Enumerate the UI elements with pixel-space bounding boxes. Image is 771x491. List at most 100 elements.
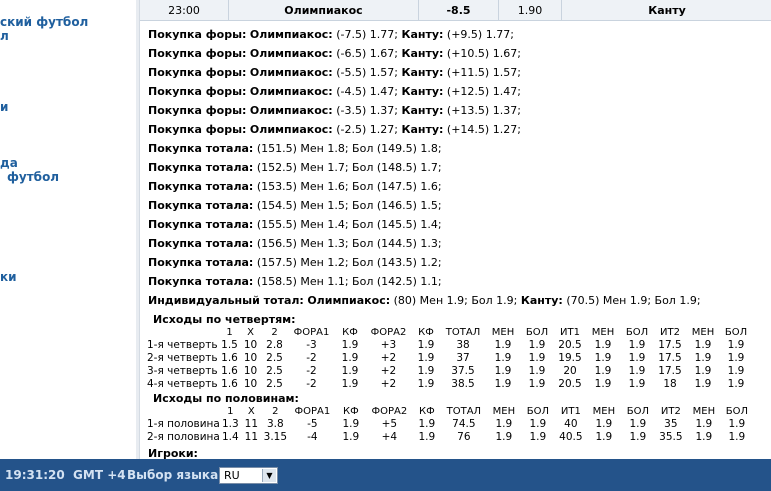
odds-cell[interactable]: 10 bbox=[240, 352, 261, 365]
odds-cell[interactable]: 1.9 bbox=[720, 365, 752, 378]
sidebar-link-3[interactable]: да bbox=[0, 157, 18, 170]
odds-cell[interactable]: 1.9 bbox=[721, 431, 753, 444]
total-value[interactable]: (152.5) Мен 1.7; Бол (148.5) 1.7; bbox=[257, 161, 442, 174]
odds-cell[interactable]: 35 bbox=[655, 418, 687, 431]
odds-cell[interactable]: 1.9 bbox=[520, 378, 554, 391]
odds-cell[interactable]: 1.9 bbox=[586, 339, 620, 352]
handicap-value2[interactable]: (+13.5) 1.37; bbox=[447, 104, 521, 117]
individual-total-value2[interactable]: (70.5) Мен 1.9; Бол 1.9; bbox=[566, 294, 700, 307]
odds-cell[interactable]: 1.5 bbox=[219, 339, 240, 352]
odds-cell[interactable]: 1.9 bbox=[620, 352, 654, 365]
odds-cell[interactable]: 11 bbox=[241, 418, 262, 431]
odds-cell[interactable]: 1.9 bbox=[486, 378, 520, 391]
odds-cell[interactable]: 18 bbox=[654, 378, 686, 391]
sidebar-link-1[interactable]: л bbox=[0, 30, 9, 43]
odds-cell[interactable]: +2 bbox=[365, 365, 412, 378]
match-odd[interactable]: 1.90 bbox=[499, 0, 562, 21]
odds-cell[interactable]: 1.9 bbox=[487, 431, 521, 444]
odds-cell[interactable]: 37 bbox=[440, 352, 486, 365]
odds-cell[interactable]: 20 bbox=[554, 365, 586, 378]
handicap-value1[interactable]: (-2.5) 1.27; bbox=[336, 123, 398, 136]
odds-cell[interactable]: 1.9 bbox=[721, 418, 753, 431]
total-value[interactable]: (151.5) Мен 1.8; Бол (149.5) 1.8; bbox=[257, 142, 442, 155]
odds-cell[interactable]: 1.9 bbox=[620, 365, 654, 378]
odds-cell[interactable]: 19.5 bbox=[554, 352, 586, 365]
odds-cell[interactable]: 35.5 bbox=[655, 431, 687, 444]
sidebar-link-4[interactable]: футбол bbox=[7, 171, 59, 184]
total-value[interactable]: (157.5) Мен 1.2; Бол (143.5) 1.2; bbox=[257, 256, 442, 269]
odds-cell[interactable]: 1.6 bbox=[219, 352, 240, 365]
odds-cell[interactable]: 38 bbox=[440, 339, 486, 352]
odds-cell[interactable]: 17.5 bbox=[654, 365, 686, 378]
total-value[interactable]: (158.5) Мен 1.1; Бол (142.5) 1.1; bbox=[257, 275, 442, 288]
handicap-value1[interactable]: (-4.5) 1.47; bbox=[336, 85, 398, 98]
handicap-value2[interactable]: (+10.5) 1.67; bbox=[447, 47, 521, 60]
odds-cell[interactable]: 76 bbox=[441, 431, 487, 444]
odds-cell[interactable]: 1.9 bbox=[520, 352, 554, 365]
odds-cell[interactable]: 40.5 bbox=[555, 431, 587, 444]
odds-cell[interactable]: 1.9 bbox=[412, 352, 440, 365]
odds-cell[interactable]: 1.4 bbox=[220, 431, 241, 444]
handicap-value2[interactable]: (+12.5) 1.47; bbox=[447, 85, 521, 98]
odds-cell[interactable]: 1.9 bbox=[587, 418, 621, 431]
odds-cell[interactable]: 1.9 bbox=[620, 378, 654, 391]
odds-cell[interactable]: +4 bbox=[366, 431, 413, 444]
odds-cell[interactable]: 1.9 bbox=[620, 339, 654, 352]
odds-cell[interactable]: 1.9 bbox=[336, 431, 366, 444]
odds-cell[interactable]: 1.9 bbox=[686, 378, 720, 391]
odds-cell[interactable]: 1.9 bbox=[586, 378, 620, 391]
individual-total-value1[interactable]: (80) Мен 1.9; Бол 1.9; bbox=[394, 294, 518, 307]
odds-cell[interactable]: 2.5 bbox=[261, 378, 288, 391]
total-value[interactable]: (153.5) Мен 1.6; Бол (147.5) 1.6; bbox=[257, 180, 442, 193]
odds-cell[interactable]: 1.9 bbox=[486, 352, 520, 365]
odds-cell[interactable]: -2 bbox=[288, 378, 335, 391]
odds-cell[interactable]: 2.8 bbox=[261, 339, 288, 352]
odds-cell[interactable]: 1.9 bbox=[621, 418, 655, 431]
sidebar-link-football[interactable]: ский футбол bbox=[0, 16, 88, 29]
odds-cell[interactable]: 1.9 bbox=[413, 431, 441, 444]
odds-cell[interactable]: 74.5 bbox=[441, 418, 487, 431]
odds-cell[interactable]: 1.9 bbox=[335, 365, 365, 378]
handicap-value1[interactable]: (-7.5) 1.77; bbox=[336, 28, 398, 41]
handicap-value2[interactable]: (+11.5) 1.57; bbox=[447, 66, 521, 79]
odds-cell[interactable]: 1.9 bbox=[686, 365, 720, 378]
odds-cell[interactable]: 1.9 bbox=[720, 378, 752, 391]
total-value[interactable]: (155.5) Мен 1.4; Бол (145.5) 1.4; bbox=[257, 218, 442, 231]
odds-cell[interactable]: 3.8 bbox=[262, 418, 289, 431]
odds-cell[interactable]: 1.9 bbox=[413, 418, 441, 431]
odds-cell[interactable]: 1.9 bbox=[336, 418, 366, 431]
odds-cell[interactable]: 1.9 bbox=[520, 339, 554, 352]
odds-cell[interactable]: 1.3 bbox=[220, 418, 241, 431]
handicap-value1[interactable]: (-3.5) 1.37; bbox=[336, 104, 398, 117]
odds-cell[interactable]: 1.9 bbox=[586, 365, 620, 378]
odds-cell[interactable]: +2 bbox=[365, 378, 412, 391]
odds-cell[interactable]: 1.9 bbox=[335, 378, 365, 391]
handicap-value1[interactable]: (-5.5) 1.57; bbox=[336, 66, 398, 79]
odds-cell[interactable]: 1.9 bbox=[335, 339, 365, 352]
odds-cell[interactable]: 1.9 bbox=[486, 339, 520, 352]
odds-cell[interactable]: 1.9 bbox=[486, 365, 520, 378]
odds-cell[interactable]: 1.9 bbox=[720, 339, 752, 352]
odds-cell[interactable]: 1.9 bbox=[412, 365, 440, 378]
odds-cell[interactable]: 1.9 bbox=[687, 431, 721, 444]
odds-cell[interactable]: -5 bbox=[289, 418, 336, 431]
odds-cell[interactable]: 11 bbox=[241, 431, 262, 444]
odds-cell[interactable]: 10 bbox=[240, 365, 261, 378]
odds-cell[interactable]: +5 bbox=[366, 418, 413, 431]
sidebar-link-5[interactable]: ки bbox=[0, 271, 17, 284]
odds-cell[interactable]: 1.9 bbox=[686, 339, 720, 352]
odds-cell[interactable]: 2.5 bbox=[261, 352, 288, 365]
odds-cell[interactable]: 1.9 bbox=[335, 352, 365, 365]
sidebar-link-2[interactable]: и bbox=[0, 101, 8, 114]
odds-cell[interactable]: -2 bbox=[288, 352, 335, 365]
odds-cell[interactable]: 40 bbox=[555, 418, 587, 431]
odds-cell[interactable]: 1.9 bbox=[586, 352, 620, 365]
odds-cell[interactable]: 1.9 bbox=[412, 339, 440, 352]
odds-cell[interactable]: 1.9 bbox=[587, 431, 621, 444]
odds-cell[interactable]: +3 bbox=[365, 339, 412, 352]
odds-cell[interactable]: 38.5 bbox=[440, 378, 486, 391]
odds-cell[interactable]: 1.9 bbox=[521, 431, 555, 444]
odds-cell[interactable]: -2 bbox=[288, 365, 335, 378]
odds-cell[interactable]: 20.5 bbox=[554, 378, 586, 391]
odds-cell[interactable]: 17.5 bbox=[654, 339, 686, 352]
